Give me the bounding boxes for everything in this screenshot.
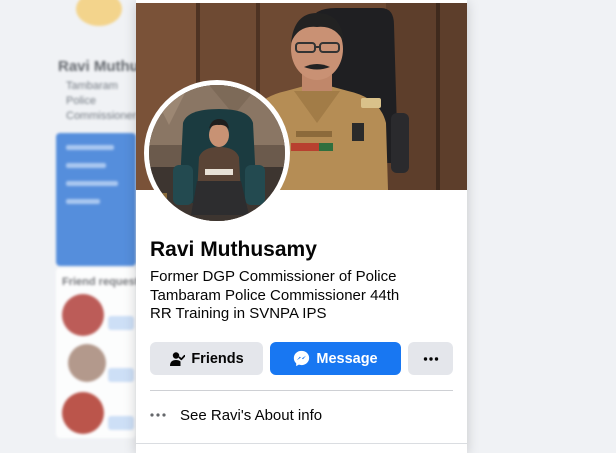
- background-logo: [76, 0, 122, 26]
- see-about-info-label: See Ravi's About info: [180, 406, 323, 424]
- message-button[interactable]: Message: [270, 342, 401, 375]
- profile-name[interactable]: Ravi Muthusamy: [150, 238, 317, 262]
- background-friend-requests: Friend requests: [56, 268, 145, 438]
- background-line: Tambaram: [66, 80, 118, 92]
- see-about-info-link[interactable]: See Ravi's About info: [150, 400, 453, 430]
- message-button-label: Message: [316, 350, 378, 367]
- friends-button[interactable]: Friends: [150, 342, 263, 375]
- avatar: [62, 294, 104, 336]
- messenger-icon: [293, 350, 310, 367]
- profile-action-buttons: Friends Message: [150, 342, 453, 375]
- friends-button-label: Friends: [191, 350, 244, 367]
- background-line: Police: [66, 95, 96, 107]
- profile-avatar[interactable]: [144, 80, 290, 226]
- divider: [136, 443, 467, 444]
- more-options-button[interactable]: [408, 342, 453, 375]
- bio-line: Tambaram Police Commissioner 44th: [150, 286, 400, 304]
- more-horizontal-icon: [150, 413, 166, 417]
- friend-requests-title: Friend requests: [62, 276, 145, 288]
- profile-bio: Former DGP Commissioner of Police Tambar…: [150, 268, 455, 324]
- friends-check-icon: [169, 351, 186, 367]
- avatar: [68, 344, 106, 382]
- profile-hover-card: Ravi Muthusamy Former DGP Commissioner o…: [136, 0, 467, 453]
- more-horizontal-icon: [423, 356, 439, 361]
- bio-line: RR Training in SVNPA IPS: [150, 305, 327, 322]
- avatar: [62, 392, 104, 434]
- background-ad-panel: [56, 133, 136, 266]
- background-heading: Ravi Muthus: [58, 58, 148, 75]
- bio-line: Former DGP Commissioner of Police: [150, 268, 397, 285]
- divider: [150, 390, 453, 391]
- background-line: Commissioner: [66, 110, 137, 122]
